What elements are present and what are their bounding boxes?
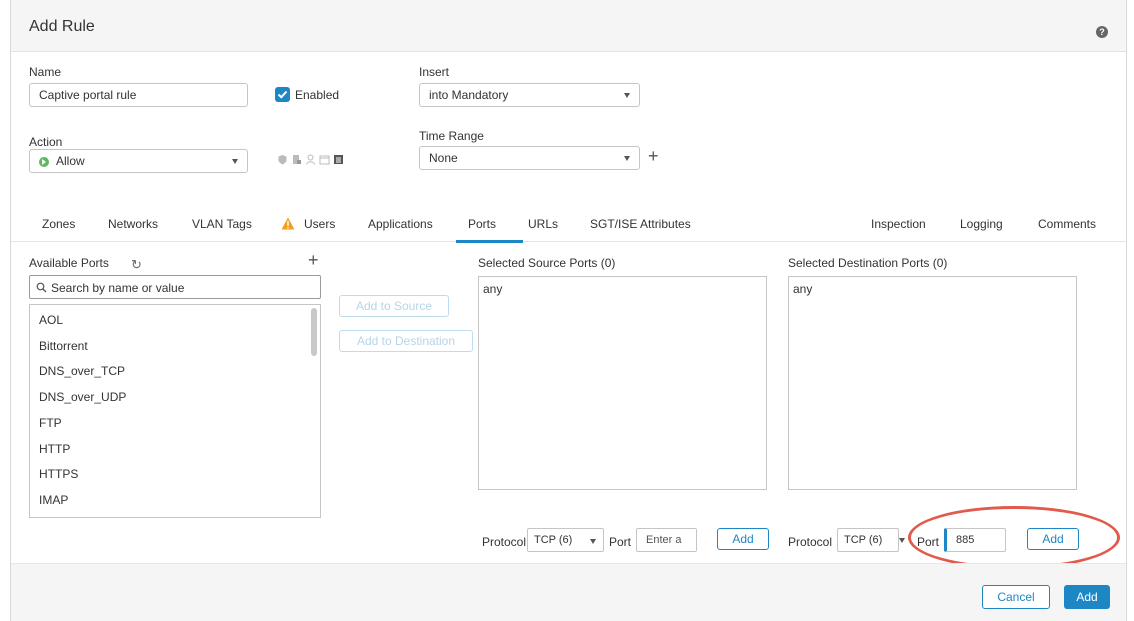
tab-logging[interactable]: Logging — [960, 217, 1003, 231]
enabled-checkbox[interactable] — [275, 87, 290, 102]
tab-applications[interactable]: Applications — [368, 217, 433, 231]
list-item[interactable]: DNS_over_TCP — [39, 364, 125, 378]
rule-tabs — [11, 212, 1126, 242]
search-input[interactable]: Search by name or value — [29, 275, 321, 299]
tab-vlan-tags[interactable]: VLAN Tags — [192, 217, 252, 231]
tab-inspection[interactable]: Inspection — [871, 217, 926, 231]
time-range-select[interactable]: None — [419, 146, 640, 170]
insert-label: Insert — [419, 65, 450, 79]
refresh-icon[interactable]: ↻ — [131, 257, 142, 273]
action-select[interactable]: Allow — [29, 149, 248, 173]
selected-destination-ports-label: Selected Destination Ports (0) — [788, 256, 948, 270]
name-label: Name — [29, 65, 62, 79]
caret-down-icon — [232, 159, 238, 164]
source-protocol-label: Protocol — [482, 535, 527, 549]
tab-sgt-ise-attributes[interactable]: SGT/ISE Attributes — [590, 217, 691, 231]
window-icon — [319, 154, 330, 165]
caret-down-icon — [590, 539, 596, 544]
dialog-header: Add Rule ? — [11, 0, 1126, 52]
add-to-destination-button[interactable]: Add to Destination — [339, 330, 473, 352]
search-placeholder: Search by name or value — [51, 281, 185, 295]
time-range-label: Time Range — [419, 129, 484, 143]
selected-source-ports-box[interactable]: any — [478, 276, 767, 490]
list-item[interactable]: HTTPS — [39, 467, 78, 481]
available-ports-list[interactable]: AOL Bittorrent DNS_over_TCP DNS_over_UDP… — [29, 304, 321, 518]
insert-select-value: into Mandatory — [429, 88, 509, 102]
list-item[interactable]: AOL — [39, 313, 63, 327]
caret-down-icon — [899, 538, 905, 543]
source-port-add-button[interactable]: Add — [717, 528, 769, 550]
available-ports-label: Available Ports — [29, 256, 109, 270]
action-label: Action — [29, 135, 63, 149]
tab-networks[interactable]: Networks — [108, 217, 158, 231]
source-port-any[interactable]: any — [483, 282, 502, 296]
tab-ports[interactable]: Ports — [468, 217, 496, 231]
active-tab-indicator — [456, 240, 523, 243]
user-icon — [305, 154, 316, 165]
search-icon — [36, 282, 47, 293]
list-scrollbar[interactable] — [311, 308, 317, 356]
dialog-title: Add Rule — [29, 18, 95, 35]
dialog-footer — [11, 563, 1126, 621]
allow-icon — [39, 157, 49, 167]
source-port-label: Port — [609, 535, 632, 549]
list-item[interactable]: DNS_over_UDP — [39, 390, 126, 404]
time-range-value: None — [429, 151, 458, 165]
destination-port-any[interactable]: any — [793, 282, 812, 296]
add-button[interactable]: Add — [1064, 585, 1110, 609]
source-port-input[interactable]: Enter a — [636, 528, 697, 552]
help-icon[interactable]: ? — [1096, 26, 1108, 38]
tab-comments[interactable]: Comments — [1038, 217, 1096, 231]
caret-down-icon — [624, 156, 630, 161]
checkbox-check-icon — [277, 90, 288, 99]
caret-down-icon — [624, 93, 630, 98]
list-item[interactable]: HTTP — [39, 442, 70, 456]
add-port-plus-icon[interactable]: + — [308, 251, 319, 269]
enabled-label: Enabled — [295, 88, 340, 102]
list-item[interactable]: FTP — [39, 416, 62, 430]
source-protocol-select[interactable]: TCP (6) — [527, 528, 604, 552]
file-icon — [291, 154, 302, 165]
shield-icon — [277, 154, 288, 165]
dest-protocol-select[interactable]: TCP (6) — [837, 528, 899, 552]
selected-destination-ports-box[interactable]: any — [788, 276, 1077, 490]
add-rule-dialog: Add Rule ? Name Captive portal rule Enab… — [10, 0, 1127, 621]
insert-select[interactable]: into Mandatory — [419, 83, 640, 107]
cancel-button[interactable]: Cancel — [982, 585, 1050, 609]
tab-zones[interactable]: Zones — [42, 217, 75, 231]
log-icon[interactable] — [333, 154, 344, 165]
add-to-source-button[interactable]: Add to Source — [339, 295, 449, 317]
selected-source-ports-label: Selected Source Ports (0) — [478, 256, 616, 270]
warning-icon — [281, 217, 295, 233]
highlight-ellipse — [908, 506, 1120, 569]
dest-protocol-label: Protocol — [788, 535, 833, 549]
add-time-range-plus-icon[interactable]: + — [648, 147, 659, 165]
dest-protocol-value: TCP (6) — [844, 534, 883, 546]
tab-users[interactable]: Users — [304, 217, 335, 231]
action-select-value: Allow — [56, 154, 85, 168]
action-option-icons — [277, 152, 344, 166]
source-protocol-value: TCP (6) — [534, 534, 573, 546]
tab-urls[interactable]: URLs — [528, 217, 558, 231]
list-item[interactable]: Bittorrent — [39, 339, 88, 353]
list-item[interactable]: IMAP — [39, 493, 68, 507]
name-input[interactable]: Captive portal rule — [29, 83, 248, 107]
